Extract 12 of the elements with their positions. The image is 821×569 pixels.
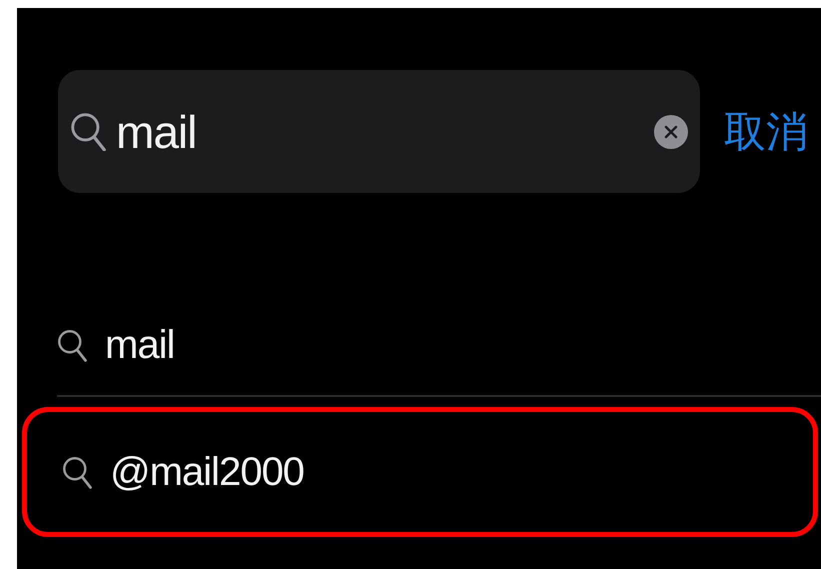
close-icon <box>664 124 678 138</box>
clear-button[interactable] <box>654 114 688 148</box>
search-icon <box>70 112 106 152</box>
search-icon <box>62 456 92 488</box>
cancel-button[interactable]: 取消 <box>724 104 808 160</box>
search-icon <box>57 328 87 362</box>
highlighted-suggestion[interactable]: @mail2000 <box>22 407 818 537</box>
search-field[interactable]: mail <box>58 70 700 193</box>
suggestion-row[interactable]: mail <box>57 295 821 395</box>
suggestion-text: @mail2000 <box>110 450 304 494</box>
search-text: mail <box>116 104 198 158</box>
suggestion-text: mail <box>105 322 174 368</box>
